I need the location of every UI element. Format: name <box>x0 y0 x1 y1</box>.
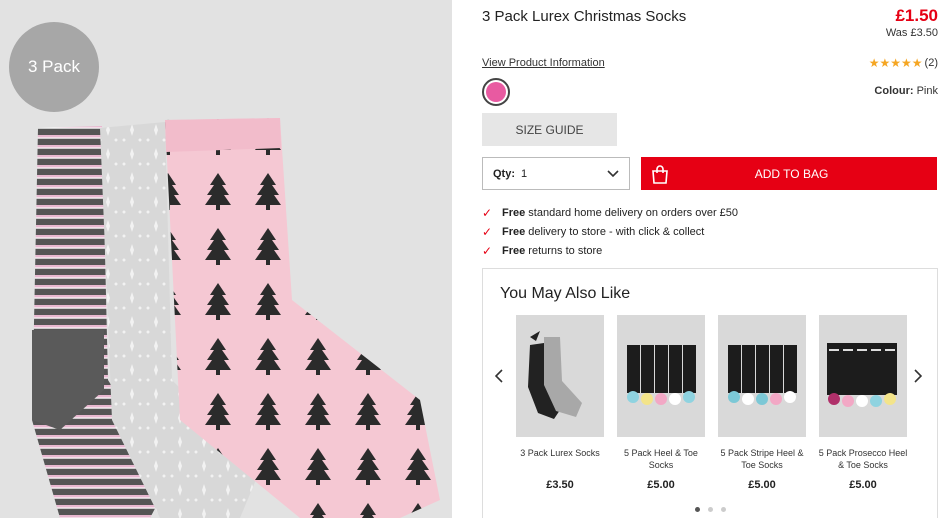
rec-thumbnail <box>617 315 705 437</box>
carousel-pagination <box>483 507 937 512</box>
chevron-right-icon[interactable] <box>911 369 925 388</box>
delivery-text: delivery to store - with click & collect <box>525 225 705 238</box>
shopping-bag-icon <box>643 157 676 190</box>
was-price: Was £3.50 <box>885 27 938 39</box>
rec-thumbnail <box>516 315 604 437</box>
rec-name: 3 Pack Lurex Socks <box>520 448 600 458</box>
rec-item[interactable]: 5 Pack Stripe Heel & Toe Socks £5.00 <box>716 315 808 491</box>
product-title: 3 Pack Lurex Christmas Socks <box>482 8 687 25</box>
check-icon: ✓ <box>482 224 493 239</box>
rec-item[interactable]: 5 Pack Heel & Toe Socks £5.00 <box>615 315 707 491</box>
swatch-color <box>486 82 506 102</box>
delivery-item: ✓ Free delivery to store - with click & … <box>482 222 738 241</box>
rec-thumbnail <box>819 315 907 437</box>
delivery-item: ✓ Free returns to store <box>482 241 738 260</box>
pack-badge: 3 Pack <box>9 22 99 112</box>
qty-value: 1 <box>521 167 528 180</box>
rec-name: 5 Pack Prosecco Heel & Toe Socks <box>818 448 908 470</box>
colour-swatch-pink[interactable] <box>482 78 510 106</box>
qty-label: Qty: <box>493 167 515 180</box>
rating-count: (2) <box>924 57 938 69</box>
rec-name: 5 Pack Heel & Toe Socks <box>624 448 698 470</box>
delivery-bold: Free <box>502 225 526 238</box>
view-product-info-link[interactable]: View Product Information <box>482 57 605 69</box>
rec-name: 5 Pack Stripe Heel & Toe Socks <box>720 448 804 470</box>
product-image[interactable]: 3 Pack <box>0 0 452 518</box>
colour-label: Colour: Pink <box>874 85 938 97</box>
rec-item[interactable]: 5 Pack Prosecco Heel & Toe Socks £5.00 <box>817 315 909 491</box>
star-rating-icon: ★★★★★ <box>868 56 923 70</box>
rec-thumbnail <box>718 315 806 437</box>
product-price: £1.50 <box>895 6 938 25</box>
add-to-bag-label: ADD TO BAG <box>754 166 829 181</box>
rating[interactable]: ★★★★★ (2) <box>869 56 938 70</box>
size-guide-button[interactable]: SIZE GUIDE <box>482 113 617 146</box>
chevron-down-icon <box>607 167 619 181</box>
recommendations-title: You May Also Like <box>500 285 631 302</box>
pagination-dot[interactable] <box>694 507 700 512</box>
delivery-bold: Free <box>502 244 526 257</box>
rec-price: £5.00 <box>647 479 675 491</box>
you-may-also-like-panel: You May Also Like 3 Pack Lurex Socks £3.… <box>482 268 938 518</box>
rec-price: £3.50 <box>546 479 574 491</box>
delivery-bold: Free <box>502 206 526 219</box>
check-icon: ✓ <box>482 243 493 258</box>
rec-price: £5.00 <box>849 479 877 491</box>
chevron-left-icon[interactable] <box>492 369 506 388</box>
check-icon: ✓ <box>482 205 493 220</box>
delivery-text: standard home delivery on orders over £5… <box>525 206 739 219</box>
rec-item[interactable]: 3 Pack Lurex Socks £3.50 <box>514 315 606 491</box>
quantity-select[interactable]: Qty: 1 <box>482 157 630 190</box>
delivery-text: returns to store <box>525 244 603 257</box>
colour-value: Pink <box>916 85 938 97</box>
pagination-dot[interactable] <box>720 507 726 512</box>
colour-label-key: Colour: <box>874 85 914 97</box>
delivery-item: ✓ Free standard home delivery on orders … <box>482 203 738 222</box>
pagination-dot[interactable] <box>707 507 713 512</box>
rec-price: £5.00 <box>748 479 776 491</box>
delivery-info-list: ✓ Free standard home delivery on orders … <box>482 203 738 260</box>
add-to-bag-button[interactable]: ADD TO BAG <box>641 157 937 190</box>
